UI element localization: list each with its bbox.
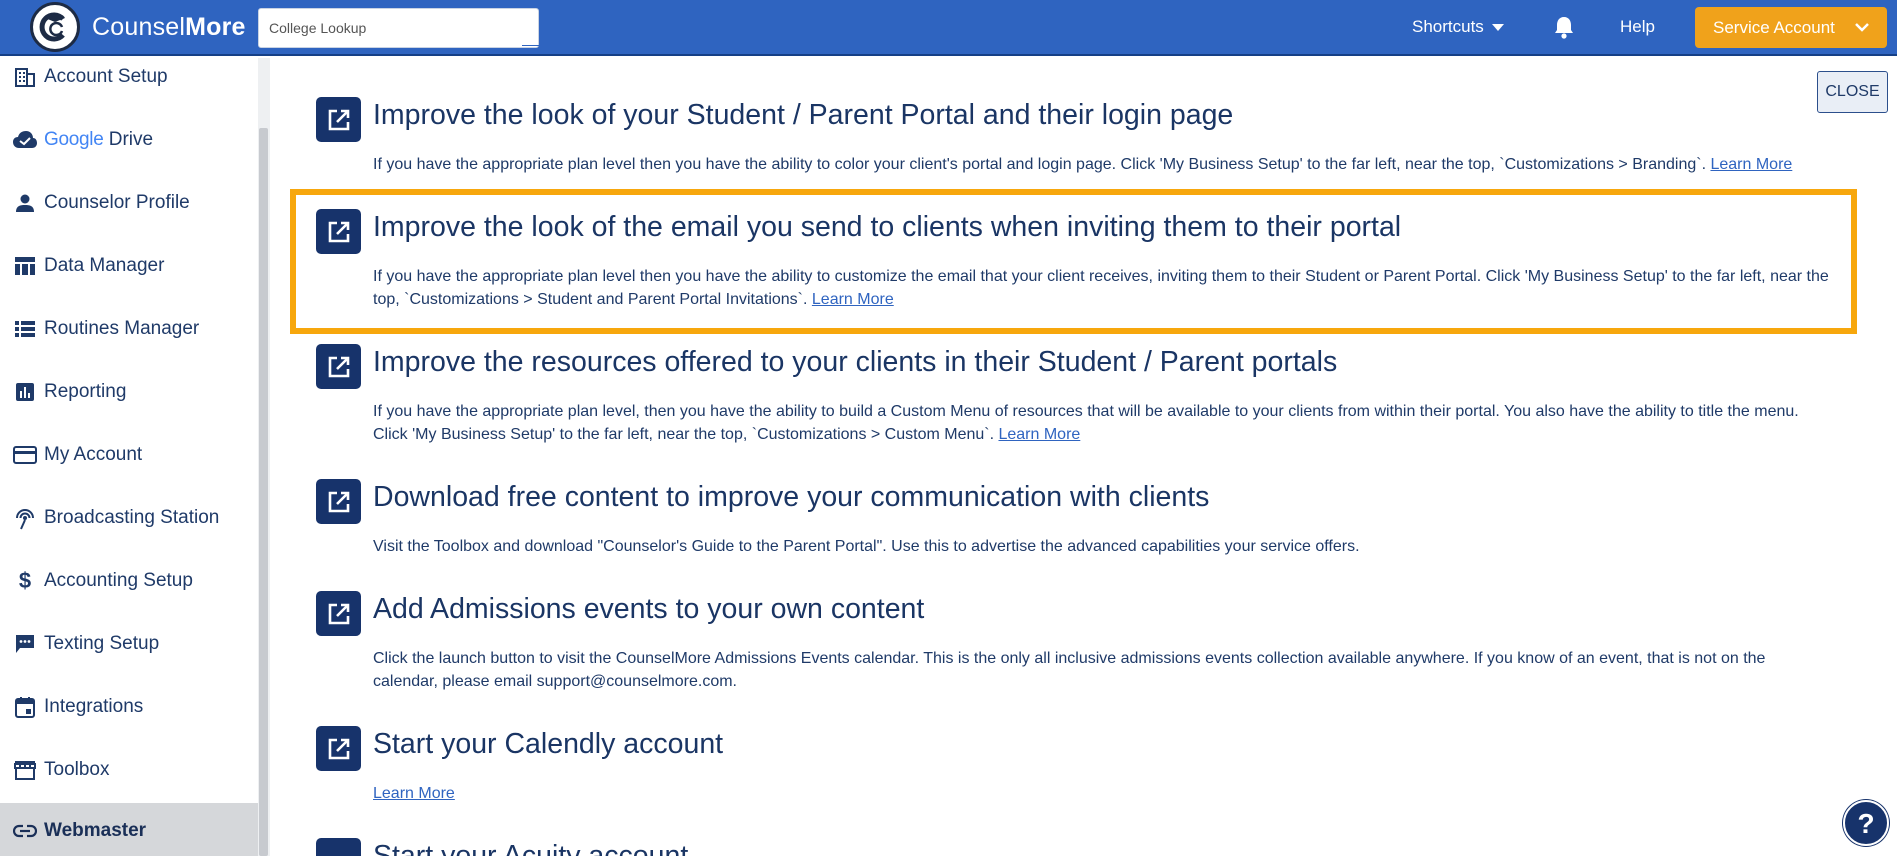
sidebar-item-account-setup[interactable]: Account Setup bbox=[0, 58, 258, 102]
sidebar-item-broadcasting-station[interactable]: Broadcasting Station bbox=[0, 493, 258, 543]
launch-button[interactable] bbox=[316, 838, 361, 856]
sidebar: Account Setup Google Drive Counselor Pro… bbox=[0, 58, 258, 856]
task-description: Visit the Toolbox and download "Counselo… bbox=[373, 538, 1360, 555]
logo-mark-icon bbox=[39, 12, 65, 42]
credit-card-icon bbox=[12, 442, 38, 468]
sidebar-item-integrations[interactable]: Integrations bbox=[0, 682, 258, 732]
sidebar-item-webmaster[interactable]: Webmaster bbox=[0, 803, 258, 856]
task-title: Start your Acuity account bbox=[373, 840, 689, 856]
building-icon bbox=[12, 64, 38, 90]
external-link-icon bbox=[328, 109, 349, 130]
shortcuts-menu[interactable]: Shortcuts bbox=[1412, 17, 1504, 37]
sidebar-item-label: Data Manager bbox=[44, 255, 165, 276]
external-link-icon bbox=[328, 738, 349, 759]
task-description: Learn More bbox=[373, 782, 1833, 805]
launch-button[interactable] bbox=[316, 726, 361, 771]
launch-button[interactable] bbox=[316, 479, 361, 524]
sidebar-scrollbar-thumb[interactable] bbox=[259, 128, 268, 856]
external-link-icon bbox=[328, 221, 349, 242]
dollar-icon: $ bbox=[18, 568, 32, 593]
top-bar: CounselMore Shortcuts Help Service Accou… bbox=[0, 0, 1897, 56]
task-title: Add Admissions events to your own conten… bbox=[373, 593, 925, 625]
task-description: If you have the appropriate plan level t… bbox=[373, 268, 1829, 308]
sidebar-item-label: Account Setup bbox=[44, 66, 168, 87]
sidebar-item-routines-manager[interactable]: Routines Manager bbox=[0, 304, 258, 354]
task-description: If you have the appropriate plan level t… bbox=[373, 156, 1793, 173]
brand-name: CounselMore bbox=[92, 13, 246, 41]
external-link-icon bbox=[328, 356, 349, 377]
sidebar-item-accounting-setup[interactable]: $ Accounting Setup bbox=[0, 556, 258, 606]
service-account-button[interactable]: Service Account bbox=[1695, 7, 1887, 48]
previous-item-partial bbox=[372, 44, 612, 58]
sidebar-item-label: Drive bbox=[108, 129, 154, 150]
external-link-icon bbox=[328, 491, 349, 512]
learn-more-link[interactable]: Learn More bbox=[998, 426, 1080, 443]
external-link-icon bbox=[328, 603, 349, 624]
sidebar-item-texting-setup[interactable]: Texting Setup bbox=[0, 619, 258, 669]
sidebar-item-label: Broadcasting Station bbox=[44, 507, 220, 528]
task-title: Start your Calendly account bbox=[373, 728, 724, 760]
search-input[interactable] bbox=[258, 8, 539, 48]
broadcast-icon bbox=[12, 505, 38, 531]
google-wordmark: Google bbox=[44, 129, 104, 150]
counselmore-logo[interactable] bbox=[30, 2, 80, 52]
chevron-down-icon bbox=[1855, 23, 1869, 32]
sidebar-item-label: Routines Manager bbox=[44, 318, 200, 339]
link-icon bbox=[12, 818, 38, 844]
task-title: Improve the look of the email you send t… bbox=[373, 211, 1402, 243]
notifications-bell-icon[interactable] bbox=[1553, 15, 1575, 44]
sidebar-item-label: Counselor Profile bbox=[44, 192, 190, 213]
list-icon bbox=[12, 316, 38, 342]
store-icon bbox=[12, 757, 38, 783]
task-title: Download free content to improve your co… bbox=[373, 481, 1210, 513]
close-button[interactable]: CLOSE bbox=[1817, 71, 1888, 113]
caret-down-icon bbox=[1491, 24, 1504, 32]
bar-chart-icon bbox=[12, 379, 38, 405]
task-title: Improve the look of your Student / Paren… bbox=[373, 99, 1234, 131]
table-icon bbox=[12, 253, 38, 279]
launch-button[interactable] bbox=[316, 344, 361, 389]
cloud-check-icon bbox=[12, 127, 38, 153]
learn-more-link[interactable]: Learn More bbox=[373, 785, 455, 802]
launch-button[interactable] bbox=[316, 591, 361, 636]
person-icon bbox=[12, 190, 38, 216]
sidebar-item-label: Texting Setup bbox=[44, 633, 160, 654]
sidebar-item-label: Accounting Setup bbox=[44, 570, 193, 591]
learn-more-link[interactable]: Learn More bbox=[1710, 156, 1792, 173]
sidebar-item-toolbox[interactable]: Toolbox bbox=[0, 745, 258, 795]
task-title: Improve the resources offered to your cl… bbox=[373, 346, 1338, 378]
task-item-partial: Start your Acuity account bbox=[316, 838, 1846, 856]
sidebar-item-data-manager[interactable]: Data Manager bbox=[0, 241, 258, 291]
sidebar-item-label: My Account bbox=[44, 444, 143, 465]
learn-more-link[interactable]: Learn More bbox=[812, 291, 894, 308]
help-link[interactable]: Help bbox=[1620, 17, 1655, 37]
sidebar-item-reporting[interactable]: Reporting bbox=[0, 367, 258, 417]
sidebar-item-counselor-profile[interactable]: Counselor Profile bbox=[0, 178, 258, 228]
launch-button[interactable] bbox=[316, 97, 361, 142]
sidebar-item-label: Reporting bbox=[44, 381, 127, 402]
sidebar-item-label: Integrations bbox=[44, 696, 144, 717]
calendar-icon bbox=[12, 694, 38, 720]
sidebar-item-my-account[interactable]: My Account bbox=[0, 430, 258, 480]
task-description: Click the launch button to visit the Cou… bbox=[373, 650, 1766, 690]
sidebar-item-google-drive[interactable]: Google Drive bbox=[0, 115, 258, 165]
chat-icon bbox=[12, 631, 38, 657]
task-description: If you have the appropriate plan level, … bbox=[373, 403, 1799, 443]
help-question-button[interactable]: ? bbox=[1843, 800, 1889, 846]
sidebar-item-label: Toolbox bbox=[44, 759, 110, 780]
sidebar-item-label: Webmaster bbox=[44, 820, 147, 841]
launch-button[interactable] bbox=[316, 209, 361, 254]
